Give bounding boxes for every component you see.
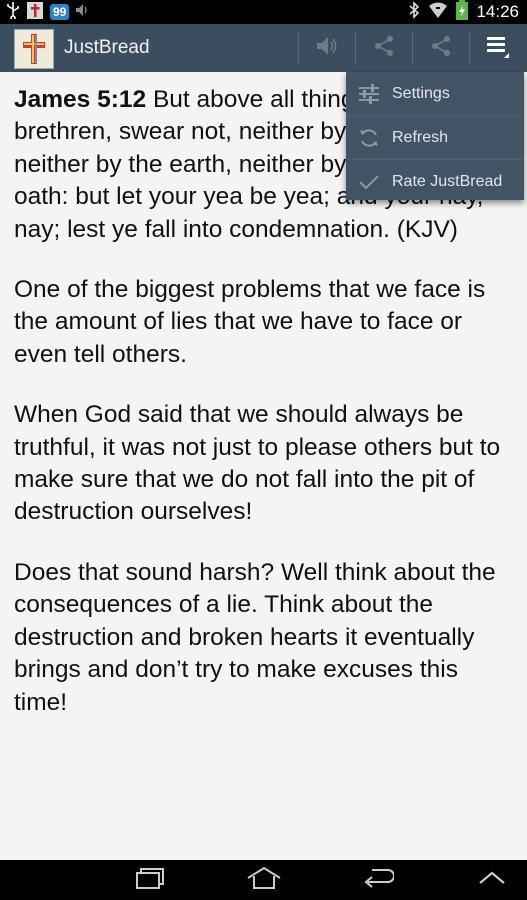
speaker-icon bbox=[315, 35, 339, 62]
menu-item-settings[interactable]: Settings bbox=[346, 72, 524, 115]
menu-item-refresh[interactable]: Refresh bbox=[346, 115, 524, 159]
share-icon bbox=[430, 35, 452, 62]
menu-item-label: Rate JustBread bbox=[392, 172, 503, 190]
overflow-menu-icon bbox=[485, 33, 511, 64]
share-icon bbox=[373, 35, 395, 62]
speaker-button[interactable] bbox=[299, 24, 355, 72]
app-title: JustBread bbox=[64, 37, 150, 58]
recent-apps-icon bbox=[134, 867, 166, 894]
usb-icon bbox=[6, 1, 20, 24]
home-icon bbox=[246, 866, 282, 895]
hide-keyboard-button[interactable] bbox=[462, 860, 522, 900]
checkmark-icon bbox=[346, 173, 392, 191]
menu-item-label: Settings bbox=[392, 84, 450, 102]
church-icon bbox=[26, 0, 44, 25]
wifi-icon bbox=[428, 1, 448, 24]
navigation-bar bbox=[0, 860, 527, 900]
menu-item-rate[interactable]: Rate JustBread bbox=[346, 159, 524, 203]
app-logo-icon[interactable] bbox=[14, 29, 54, 69]
sliders-icon bbox=[346, 83, 392, 104]
verse-reference: James 5:12 bbox=[14, 86, 147, 113]
action-bar: JustBread bbox=[0, 24, 527, 72]
overflow-menu: Settings Refresh Rate JustBread bbox=[346, 72, 524, 200]
menu-item-label: Refresh bbox=[392, 128, 449, 146]
devotional-paragraph: Does that sound harsh? Well think about … bbox=[14, 558, 496, 716]
share-button[interactable] bbox=[356, 24, 412, 72]
devotional-paragraph: One of the biggest problems that we face… bbox=[14, 276, 486, 368]
home-button[interactable] bbox=[234, 860, 294, 900]
message-count-badge: 99 bbox=[50, 4, 70, 20]
back-button[interactable] bbox=[348, 860, 408, 900]
status-time: 14:26 bbox=[476, 2, 519, 21]
refresh-icon bbox=[346, 127, 392, 149]
share-button-2[interactable] bbox=[413, 24, 469, 72]
hide-keyboard-icon bbox=[478, 870, 506, 891]
bluetooth-icon bbox=[408, 0, 420, 24]
status-bar: 99 14:26 bbox=[0, 0, 527, 24]
volume-icon bbox=[75, 3, 91, 22]
battery-icon bbox=[456, 0, 469, 25]
devotional-paragraph: When God said that we should always be t… bbox=[14, 401, 501, 526]
recent-apps-button[interactable] bbox=[120, 860, 180, 900]
overflow-menu-button[interactable] bbox=[470, 24, 526, 72]
back-icon bbox=[362, 866, 395, 895]
